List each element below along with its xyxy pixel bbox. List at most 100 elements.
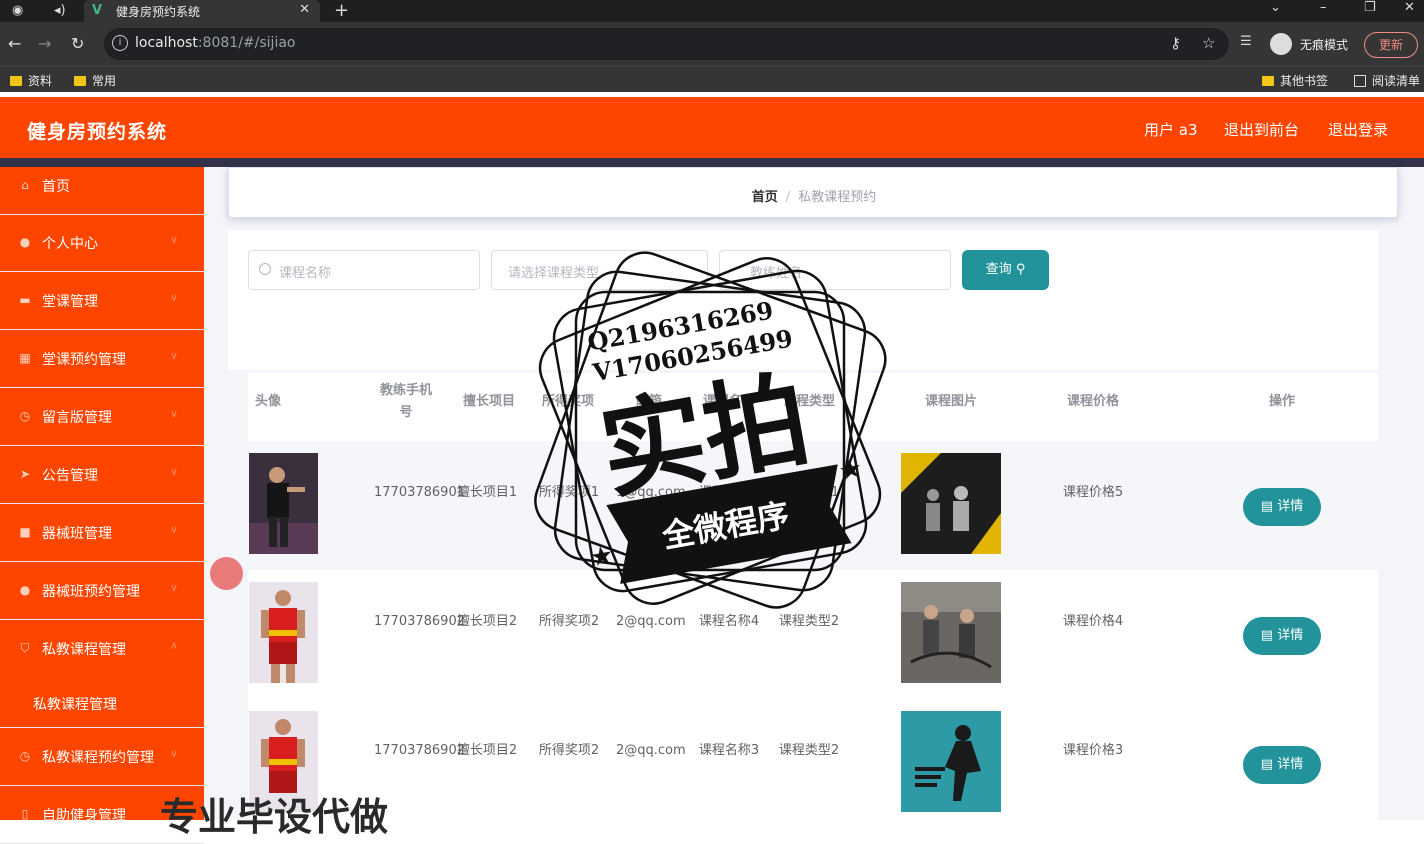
browser-tab[interactable]: V 健身房预约系统 ✕ (84, 0, 320, 22)
sidebar-item-label: 个人中心 (42, 236, 98, 252)
sidebar-item-label: 留言版管理 (42, 410, 112, 426)
info-icon[interactable]: i (112, 35, 128, 51)
update-button[interactable]: 更新 (1364, 32, 1418, 58)
sidebar-subitem-label: 私教课程管理 (33, 697, 117, 713)
sidebar-item-profile[interactable]: ● 个人中心 ∨ (0, 215, 204, 272)
browser-toolbar: ← → ↻ i localhost:8081/#/sijiao ⚷ ☆ ☰ 无痕… (0, 22, 1424, 66)
user-icon: ● (19, 583, 31, 597)
chevron-down-icon[interactable]: ⌄ (1270, 0, 1281, 15)
sidebar-item-home[interactable]: ⌂ 首页 (0, 158, 204, 215)
sidebar-item-class[interactable]: ▬ 堂课管理 ∨ (0, 273, 204, 330)
star-icon[interactable]: ☆ (1202, 34, 1215, 52)
clock-icon: ◷ (19, 749, 31, 763)
chevron-down-icon: ∨ (170, 465, 179, 478)
search-icon: ⚲ (1015, 262, 1026, 277)
sidebar-item-label: 公告管理 (42, 468, 98, 484)
chevron-down-icon: ∨ (170, 291, 179, 304)
detail-button[interactable]: ▤ 详情 (1243, 746, 1321, 784)
bookmark-folder[interactable]: 常用 (74, 72, 116, 89)
phone-cell: 17703786902 (374, 614, 465, 629)
coach-avatar (249, 582, 318, 683)
sidebar-item-label: 堂课预约管理 (42, 352, 126, 368)
course-image (901, 711, 1001, 812)
address-bar[interactable]: i localhost:8081/#/sijiao ⚷ ☆ (104, 28, 1229, 60)
course-image (901, 582, 1001, 683)
sidebar-item-messages[interactable]: ◷ 留言版管理 ∨ (0, 389, 204, 446)
breadcrumb-home[interactable]: 首页 (752, 190, 778, 205)
bookmark-folder[interactable]: 资料 (10, 72, 52, 89)
user-icon: ● (19, 235, 31, 249)
vue-logo-icon: V (92, 3, 103, 18)
price-cell: 课程价格3 (1062, 743, 1124, 758)
other-bookmarks[interactable]: 其他书签 (1262, 72, 1328, 89)
sidebar-item-label: 器械班预约管理 (42, 584, 140, 600)
document-icon: ▤ (1260, 628, 1274, 643)
sidebar-item-label: 器械班管理 (42, 526, 112, 542)
price-cell: 课程价格4 (1062, 614, 1124, 629)
globe-icon[interactable]: ◉ (12, 2, 23, 20)
star-icon: ★ (588, 540, 616, 574)
table-row: 17703786902 擅长项目2 所得奖项2 2@qq.com 课程名称3 课… (248, 699, 1378, 828)
chevron-down-icon: ∨ (170, 747, 179, 760)
key-icon[interactable]: ⚷ (1170, 34, 1181, 52)
sidebar-item-class-booking[interactable]: ▦ 堂课预约管理 ∨ (0, 331, 204, 388)
sidebar: ⌂ 首页 ● 个人中心 ∨ ▬ 堂课管理 ∨ ▦ 堂课预约管理 ∨ ◷ 留言版管… (0, 167, 204, 844)
close-window-icon[interactable]: ✕ (1404, 0, 1415, 15)
user-label[interactable]: 用户 a3 (1144, 119, 1198, 140)
sidebar-subitem-private-course[interactable]: 私教课程管理 (0, 678, 204, 728)
browser-tabbar: ◉ ◂) V 健身房预约系统 ✕ + ⌄ – ❐ ✕ (0, 0, 1424, 22)
breadcrumb-separator: / (785, 190, 791, 205)
sidebar-item-private-course[interactable]: ⛉ 私教课程管理 ∧ (0, 621, 204, 678)
course-name-cell: 课程名称3 (698, 743, 760, 758)
speaker-icon[interactable]: ◂) (54, 2, 66, 20)
detail-button[interactable]: ▤ 详情 (1243, 617, 1321, 655)
url-text: localhost:8081/#/sijiao (135, 35, 296, 51)
incognito-icon[interactable] (1270, 33, 1292, 55)
app-header: 健身房预约系统 用户 a3 退出到前台 退出登录 (0, 97, 1424, 158)
close-tab-icon[interactable]: ✕ (299, 2, 310, 17)
course-type-cell: 课程类型2 (778, 743, 840, 758)
bookmarks-bar: 资料 常用 其他书签 阅读清单 (0, 66, 1424, 92)
chevron-down-icon: ∨ (170, 581, 179, 594)
course-name-placeholder: 课程名称 (279, 266, 332, 281)
box-icon: ■ (19, 525, 31, 539)
sidebar-item-label: 首页 (42, 179, 70, 195)
col-header: 课程价格 (1066, 394, 1119, 409)
back-icon[interactable]: ← (8, 34, 21, 53)
star-icon: ★ (837, 453, 865, 487)
watermark-stamp: Q2196316269 V17060256499 实拍 全微程序 ★ ★ (534, 251, 887, 609)
forward-icon[interactable]: → (38, 34, 51, 53)
restore-icon[interactable]: ❐ (1364, 0, 1376, 15)
minimize-icon[interactable]: – (1320, 0, 1327, 15)
grid-icon: ▦ (19, 351, 31, 365)
email-cell: 2@qq.com (616, 743, 686, 758)
bottom-watermark: 专业毕设代做 (160, 795, 389, 839)
reading-list[interactable]: 阅读清单 (1354, 72, 1420, 89)
reading-list-icon (1354, 75, 1366, 87)
chevron-down-icon: ∨ (170, 407, 179, 420)
sidebar-item-private-booking[interactable]: ◷ 私教课程预约管理 ∨ (0, 729, 204, 786)
folder-icon (74, 76, 86, 86)
detail-button[interactable]: ▤ 详情 (1243, 488, 1321, 526)
exit-to-front-link[interactable]: 退出到前台 (1224, 119, 1299, 140)
award-cell: 所得奖项2 (538, 743, 600, 758)
search-icon (259, 263, 271, 275)
coach-avatar (249, 453, 318, 554)
breadcrumb-current: 私教课程预约 (798, 190, 877, 205)
sidebar-item-label: 私教课程预约管理 (42, 750, 154, 766)
logout-link[interactable]: 退出登录 (1328, 119, 1388, 140)
reload-icon[interactable]: ↻ (71, 34, 84, 53)
course-name-input[interactable]: 课程名称 (248, 250, 480, 290)
query-button[interactable]: 查询 ⚲ (962, 250, 1049, 290)
col-header: 课程图片 (924, 394, 977, 409)
sidebar-item-equipment[interactable]: ■ 器械班管理 ∨ (0, 505, 204, 562)
sidebar-item-notices[interactable]: ➤ 公告管理 ∨ (0, 447, 204, 504)
col-header: 操作 (1268, 394, 1295, 409)
chevron-up-icon: ∧ (170, 639, 179, 652)
tab-search-icon[interactable]: ☰ (1240, 34, 1252, 49)
document-icon: ▤ (1260, 757, 1274, 772)
new-tab-icon[interactable]: + (334, 0, 349, 21)
course-image (901, 453, 1001, 554)
briefcase-icon: ▬ (19, 293, 31, 307)
sidebar-item-equipment-booking[interactable]: ● 器械班预约管理 ∨ (0, 563, 204, 620)
